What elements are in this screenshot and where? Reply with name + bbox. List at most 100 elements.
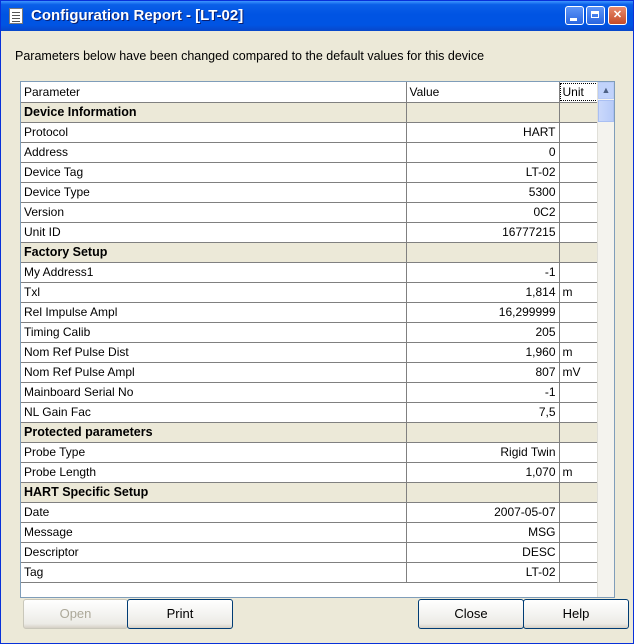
scroll-thumb[interactable] [598,100,614,122]
parameter-cell: Protected parameters [21,422,407,443]
value-cell: 1,814 [406,282,560,303]
value-cell: 807 [406,362,560,383]
table-row[interactable]: Probe Length 1,070 m [21,462,600,483]
parameter-cell: Timing Calib [21,322,407,343]
unit-cell: m [559,462,600,483]
parameter-cell: Device Information [21,102,407,123]
value-cell: 205 [406,322,560,343]
unit-cell [559,482,600,503]
parameter-cell: NL Gain Fac [21,402,407,423]
table-row[interactable]: Descriptor DESC [21,542,600,563]
arrow-up-icon: ▲ [601,85,611,95]
value-cell: LT-02 [406,562,560,583]
value-cell: -1 [406,382,560,403]
unit-cell [559,322,600,343]
scroll-up-button[interactable]: ▲ [598,82,614,99]
value-cell: 0C2 [406,202,560,223]
value-cell: 16777215 [406,222,560,243]
parameter-cell: Date [21,502,407,523]
value-cell: HART [406,122,560,143]
parameters-table: Parameter Value Unit Device Information P… [21,82,600,583]
table-row[interactable]: Nom Ref Pulse Ampl 807 mV [21,362,600,383]
group-header-row[interactable]: Device Information [21,102,600,123]
value-cell: 0 [406,142,560,163]
table-row[interactable]: Device Type 5300 [21,182,600,203]
table-row[interactable]: Message MSG [21,522,600,543]
unit-cell: mV [559,362,600,383]
unit-cell [559,402,600,423]
minimize-button[interactable] [565,6,584,25]
unit-cell [559,542,600,563]
close-window-button[interactable]: ✕ [608,6,627,25]
unit-cell [559,422,600,443]
table-row[interactable]: Unit ID 16777215 [21,222,600,243]
parameters-grid[interactable]: Parameter Value Unit Device Information P… [20,81,615,598]
value-cell: 5300 [406,182,560,203]
info-text: Parameters below have been changed compa… [15,49,485,63]
unit-cell [559,202,600,223]
close-icon: ✕ [612,9,623,21]
value-cell: Rigid Twin [406,442,560,463]
unit-cell [559,102,600,123]
group-header-row[interactable]: Factory Setup [21,242,600,263]
unit-cell [559,122,600,143]
table-row[interactable]: Rel Impulse Ampl 16,299999 [21,302,600,323]
unit-cell [559,442,600,463]
table-row[interactable]: Tag LT-02 [21,562,600,583]
configuration-report-window: Configuration Report - [LT-02] ✕ Paramet… [0,0,634,644]
table-row[interactable]: Address 0 [21,142,600,163]
unit-cell [559,562,600,583]
table-row[interactable]: NL Gain Fac 7,5 [21,402,600,423]
parameter-cell: Message [21,522,407,543]
unit-cell: m [559,282,600,303]
table-row[interactable]: Probe Type Rigid Twin [21,442,600,463]
table-row[interactable]: Timing Calib 205 [21,322,600,343]
group-header-row[interactable]: HART Specific Setup [21,482,600,503]
unit-cell [559,142,600,163]
table-row[interactable]: Protocol HART [21,122,600,143]
value-cell: 2007-05-07 [406,502,560,523]
maximize-button[interactable] [586,6,605,25]
table-row[interactable]: Device Tag LT-02 [21,162,600,183]
print-button[interactable]: Print [127,599,233,629]
column-header-unit[interactable]: Unit [559,82,600,103]
table-row[interactable]: Date 2007-05-07 [21,502,600,523]
title-bar[interactable]: Configuration Report - [LT-02] ✕ [1,1,633,31]
value-cell [406,102,560,123]
unit-cell [559,382,600,403]
column-header-value[interactable]: Value [406,82,560,103]
unit-cell: m [559,342,600,363]
table-row[interactable]: Version 0C2 [21,202,600,223]
unit-cell [559,262,600,283]
parameter-cell: Txl [21,282,407,303]
parameter-cell: HART Specific Setup [21,482,407,503]
parameter-cell: Rel Impulse Ampl [21,302,407,323]
value-cell: LT-02 [406,162,560,183]
unit-cell [559,302,600,323]
parameter-cell: Descriptor [21,542,407,563]
help-button[interactable]: Help [523,599,629,629]
table-row[interactable]: Txl 1,814 m [21,282,600,303]
column-header-parameter[interactable]: Parameter [21,82,407,103]
parameter-cell: Mainboard Serial No [21,382,407,403]
value-cell: -1 [406,262,560,283]
parameter-cell: My Address1 [21,262,407,283]
value-cell [406,422,560,443]
open-button[interactable]: Open [23,599,128,629]
group-header-row[interactable]: Protected parameters [21,422,600,443]
value-cell: 7,5 [406,402,560,423]
value-cell: DESC [406,542,560,563]
parameter-cell: Nom Ref Pulse Dist [21,342,407,363]
parameter-cell: Version [21,202,407,223]
table-row[interactable]: My Address1 -1 [21,262,600,283]
table-row[interactable]: Mainboard Serial No -1 [21,382,600,403]
close-button[interactable]: Close [418,599,524,629]
value-cell: MSG [406,522,560,543]
parameter-cell: Tag [21,562,407,583]
parameter-cell: Address [21,142,407,163]
unit-cell [559,242,600,263]
table-row[interactable]: Nom Ref Pulse Dist 1,960 m [21,342,600,363]
window-title: Configuration Report - [LT-02] [31,7,244,24]
parameter-cell: Probe Type [21,442,407,463]
vertical-scrollbar[interactable]: ▲ [597,82,614,597]
